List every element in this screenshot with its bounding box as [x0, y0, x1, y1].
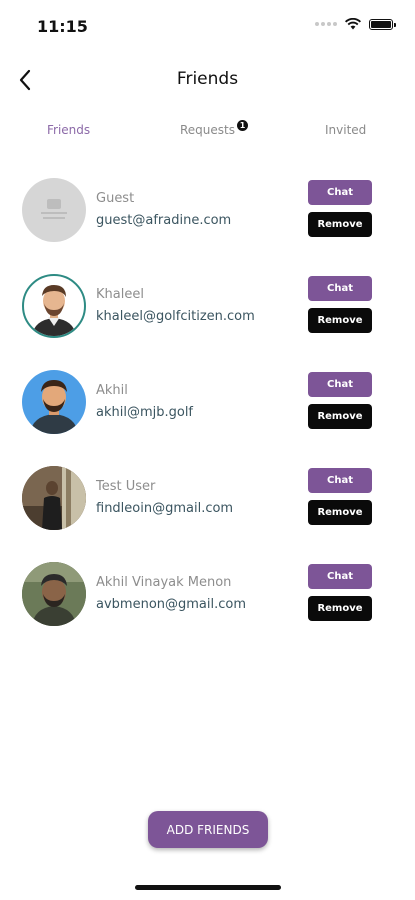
- chat-button[interactable]: Chat: [308, 372, 372, 397]
- friend-row: Akhil Vinayak Menon avbmenon@gmail.com C…: [0, 562, 415, 642]
- friend-email: findleoin@gmail.com: [96, 501, 234, 516]
- avatar-placeholder-icon: [22, 178, 86, 242]
- avatar-illustrated-icon: [22, 370, 86, 434]
- friend-name: Khaleel: [96, 287, 144, 302]
- friend-name: Akhil Vinayak Menon: [96, 575, 232, 590]
- friend-row: Test User findleoin@gmail.com Chat Remov…: [0, 466, 415, 546]
- remove-button[interactable]: Remove: [308, 404, 372, 429]
- requests-count-badge: 1: [237, 120, 248, 131]
- home-indicator: [135, 885, 281, 890]
- friend-email: khaleel@golfcitizen.com: [96, 309, 255, 324]
- remove-button[interactable]: Remove: [308, 212, 372, 237]
- friend-email: akhil@mjb.golf: [96, 405, 194, 420]
- remove-button[interactable]: Remove: [308, 308, 372, 333]
- avatar-photo-icon: [22, 466, 86, 530]
- signal-icon: [315, 22, 337, 26]
- remove-button[interactable]: Remove: [308, 500, 372, 525]
- tab-invited[interactable]: Invited: [325, 123, 366, 137]
- status-bar: 11:15: [0, 0, 415, 50]
- tab-requests-label: Requests: [180, 123, 235, 137]
- remove-button[interactable]: Remove: [308, 596, 372, 621]
- page-title: Friends: [176, 69, 239, 89]
- tab-friends[interactable]: Friends: [47, 123, 90, 137]
- add-friends-button[interactable]: ADD FRIENDS: [148, 811, 268, 848]
- friend-email: avbmenon@gmail.com: [96, 597, 247, 612]
- status-time: 11:15: [37, 17, 88, 36]
- nav-header: Friends: [0, 55, 415, 105]
- friend-name: Guest: [96, 191, 135, 206]
- friend-name: Akhil: [96, 383, 128, 398]
- chat-button[interactable]: Chat: [308, 564, 372, 589]
- chat-button[interactable]: Chat: [308, 276, 372, 301]
- friend-row: Akhil akhil@mjb.golf Chat Remove: [0, 370, 415, 450]
- chat-button[interactable]: Chat: [308, 468, 372, 493]
- friend-email: guest@afradine.com: [96, 213, 232, 228]
- avatar-illustrated-icon: [22, 274, 86, 338]
- avatar-photo-icon: [22, 562, 86, 626]
- status-icons: [315, 18, 396, 30]
- battery-icon: [369, 18, 396, 30]
- tab-requests[interactable]: Requests 1: [180, 120, 248, 137]
- friend-row: Guest guest@afradine.com Chat Remove: [0, 178, 415, 258]
- tab-bar: Friends Requests 1 Invited: [0, 120, 415, 147]
- chat-button[interactable]: Chat: [308, 180, 372, 205]
- friend-name: Test User: [96, 479, 156, 494]
- friend-row: Khaleel khaleel@golfcitizen.com Chat Rem…: [0, 274, 415, 354]
- wifi-icon: [345, 18, 361, 30]
